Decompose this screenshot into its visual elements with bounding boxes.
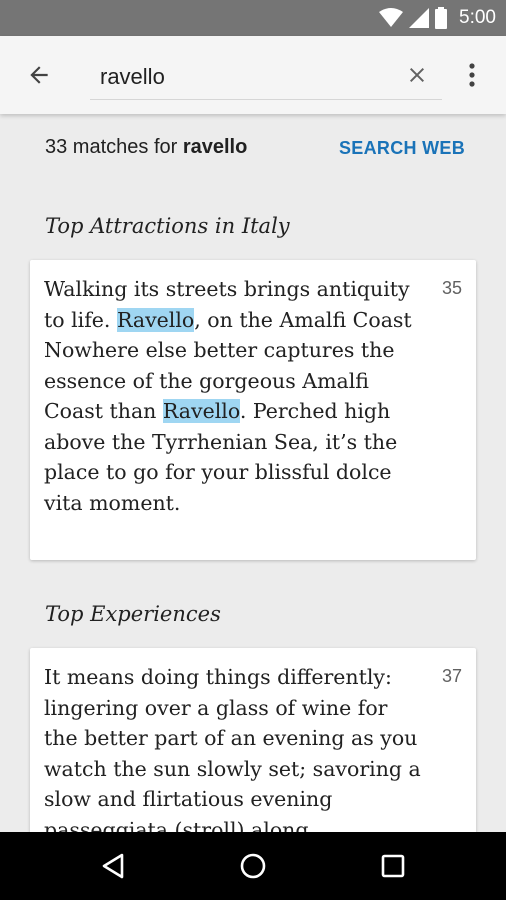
page-number: 35 xyxy=(441,278,462,298)
back-button[interactable] xyxy=(22,58,56,92)
home-circle-icon xyxy=(240,853,266,879)
section-title: Top Attractions in Italy xyxy=(45,214,290,238)
status-time: 5:00 xyxy=(459,7,496,28)
match-highlight: Ravello xyxy=(162,399,240,423)
more-options-button[interactable] xyxy=(458,58,486,92)
match-highlight: Ravello xyxy=(116,307,195,332)
nav-home-button[interactable] xyxy=(233,846,273,886)
match-query: ravello xyxy=(182,136,248,158)
status-icons: 5:00 xyxy=(379,0,496,36)
search-toolbar xyxy=(0,36,506,114)
recents-square-icon xyxy=(381,854,405,878)
result-snippet: Walking its streets brings antiquity to … xyxy=(44,274,424,518)
back-triangle-icon xyxy=(102,853,124,879)
match-count-prefix: 33 matches for xyxy=(45,136,183,158)
page-number: 37 xyxy=(441,666,462,686)
match-count: 33 matches for ravello xyxy=(45,136,247,159)
result-card[interactable]: It means doing things differently: linge… xyxy=(30,648,476,832)
close-icon xyxy=(410,68,424,82)
result-snippet: It means doing things differently: linge… xyxy=(44,665,421,832)
status-bar: 5:00 xyxy=(0,0,506,36)
results-header: 33 matches for ravello SEARCH WEB xyxy=(45,134,465,164)
search-web-button[interactable]: SEARCH WEB xyxy=(339,138,465,159)
clear-button[interactable] xyxy=(400,58,434,92)
nav-recents-button[interactable] xyxy=(373,846,413,886)
signal-icon xyxy=(409,8,430,28)
result-card[interactable]: Walking its streets brings antiquity to … xyxy=(30,260,476,560)
more-vert-icon xyxy=(469,63,475,87)
section-title: Top Experiences xyxy=(45,602,221,626)
arrow-back-icon xyxy=(30,66,48,84)
wifi-icon xyxy=(379,8,404,27)
battery-icon xyxy=(435,7,448,29)
nav-back-button[interactable] xyxy=(93,846,133,886)
navigation-bar xyxy=(0,832,506,900)
search-input[interactable] xyxy=(90,54,442,100)
search-results: 33 matches for ravello SEARCH WEB Top At… xyxy=(0,114,506,832)
